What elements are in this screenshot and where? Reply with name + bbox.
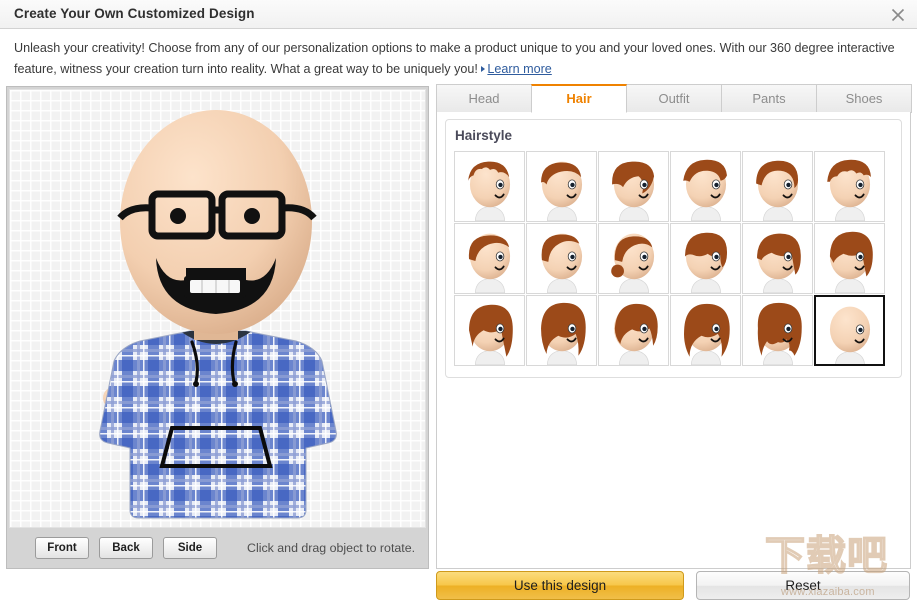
customizer-dialog: Create Your Own Customized Design Unleas… [0, 0, 917, 602]
hairstyle-option-short-bob[interactable] [670, 223, 741, 294]
hairstyle-option-receding-short[interactable] [526, 151, 597, 222]
hairstyle-thumb-avatar [829, 306, 870, 364]
avatar-stage[interactable] [9, 89, 426, 528]
hairstyle-option-rounded-short[interactable] [742, 151, 813, 222]
hairstyle-option-combed-over[interactable] [670, 151, 741, 222]
hairstyle-thumb-avatar [541, 233, 582, 293]
learn-more-link[interactable]: Learn more [487, 62, 551, 76]
tab-pants[interactable]: Pants [721, 84, 817, 113]
hairstyle-thumb-avatar [540, 161, 582, 221]
hairstyle-option-long-straight[interactable] [454, 295, 525, 366]
titlebar: Create Your Own Customized Design [0, 0, 917, 29]
view-toolbar: Front Back Side Click and drag object to… [7, 528, 430, 568]
hairstyle-grid [454, 151, 895, 366]
view-back-button[interactable]: Back [99, 537, 153, 559]
use-this-design-button[interactable]: Use this design [436, 571, 684, 600]
page-title: Create Your Own Customized Design [14, 6, 255, 21]
close-icon[interactable] [885, 4, 911, 26]
hairstyle-thumb-avatar [540, 302, 586, 365]
hairstyle-thumb-avatar [468, 233, 510, 293]
rotate-hint: Click and drag object to rotate. [247, 541, 416, 555]
avatar-shirt [98, 330, 337, 519]
hairstyle-option-curly-long[interactable] [742, 295, 813, 366]
hairstyle-thumb-avatar [684, 232, 727, 293]
arrow-right-icon [481, 65, 486, 72]
view-side-button[interactable]: Side [163, 537, 217, 559]
reset-button[interactable]: Reset [696, 571, 910, 600]
hairstyle-thumb-avatar [613, 303, 658, 365]
hairstyle-thumb-avatar [467, 161, 510, 221]
hairstyle-option-small-bun[interactable] [598, 223, 669, 294]
hairstyle-thumb-avatar [683, 303, 730, 365]
hairstyle-option-side-swept[interactable] [598, 151, 669, 222]
hairstyle-thumb-avatar [682, 159, 727, 221]
hairstyle-option-shoulder-wavy[interactable] [670, 295, 741, 366]
intro-text: Unleash your creativity! Choose from any… [14, 38, 904, 80]
tab-panel-hair: Hairstyle [436, 112, 911, 569]
hairstyle-option-long-wavy[interactable] [526, 295, 597, 366]
hairstyle-option-spiky-short[interactable] [454, 151, 525, 222]
hairstyle-thumb-avatar [611, 161, 654, 221]
tab-head[interactable]: Head [436, 84, 532, 113]
dialog-actions: Use this design Reset [436, 571, 911, 600]
hairstyle-thumb-avatar [755, 160, 798, 221]
hairstyle-title: Hairstyle [455, 128, 513, 143]
hairstyle-thumb-avatar [610, 233, 654, 293]
tab-hair[interactable]: Hair [531, 84, 627, 113]
avatar-figure[interactable] [68, 98, 368, 523]
hairstyle-thumb-avatar [757, 302, 802, 365]
hairstyle-section: Hairstyle [445, 119, 902, 378]
hairstyle-option-straight-bob[interactable] [814, 223, 885, 294]
hairstyle-thumb-avatar [756, 233, 801, 293]
hairstyle-option-textured-crop[interactable] [814, 151, 885, 222]
preview-panel: Front Back Side Click and drag object to… [6, 86, 429, 569]
hairstyle-option-medium-wavy[interactable] [598, 295, 669, 366]
tab-shoes[interactable]: Shoes [816, 84, 912, 113]
intro-copy: Unleash your creativity! Choose from any… [14, 41, 895, 76]
hairstyle-thumb-avatar [826, 159, 871, 221]
category-tabs: Head Hair Outfit Pants Shoes [436, 84, 912, 113]
hairstyle-option-balding-sides[interactable] [526, 223, 597, 294]
view-front-button[interactable]: Front [35, 537, 89, 559]
avatar-head [116, 110, 317, 334]
hairstyle-thumb-avatar [829, 231, 873, 293]
tab-outfit[interactable]: Outfit [626, 84, 722, 113]
hairstyle-option-bald[interactable] [814, 295, 885, 366]
customization-panel: Head Hair Outfit Pants Shoes Hairstyle [436, 84, 912, 569]
hairstyle-option-thinning-top[interactable] [454, 223, 525, 294]
hairstyle-thumb-avatar [468, 304, 513, 365]
hairstyle-option-bowl-bob[interactable] [742, 223, 813, 294]
